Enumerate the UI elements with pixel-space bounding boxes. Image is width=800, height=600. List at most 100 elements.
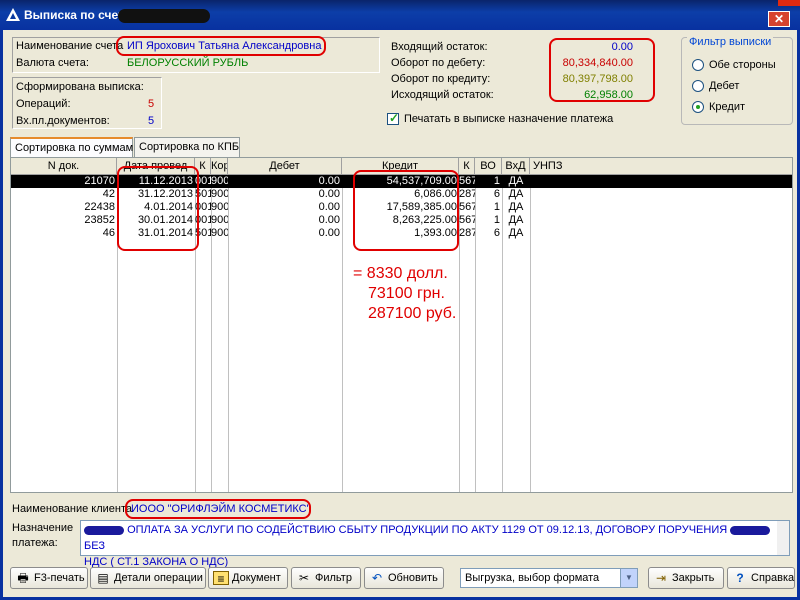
cell-posting-date: 31.01.2014 [137,227,193,239]
operations-label: Операций: [16,98,71,110]
currency-label: Валюта счета: [16,57,89,69]
export-format-select[interactable]: Выгрузка, выбор формата ▼ [460,568,638,588]
cell-vhd: ДА [508,227,524,239]
cell-debit: 0.00 [318,175,340,187]
credit-turnover-value: 80,397,798.00 [562,73,633,85]
cell-kor: 900 [211,201,228,213]
purpose-scrollbar[interactable] [777,521,789,555]
account-name-value: ИП Ярохович Татьяна Александровна [127,40,322,52]
close-button-label: Закрыть [672,572,715,584]
table-row[interactable]: 42 31.12.2013501900 0.00 6,086.00287 6 ДА [11,188,792,201]
cell-unpz [530,188,792,201]
cell-debit: 0.00 [318,214,340,226]
cell-doc-number: 21070 [84,175,115,187]
table-row[interactable]: 46 31.01.2014501900 0.00 1,393.00287 6 ДА [11,227,792,240]
document-button[interactable]: ≡ Документ [208,567,288,589]
filter-button[interactable]: ✂ Фильтр [291,567,361,589]
purpose-label-2: платежа: [12,537,58,549]
closing-balance-value: 62,958.00 [584,89,633,101]
cell-vhd: ДА [508,188,524,200]
client-value: ИООО "ОРИФЛЭЙМ КОСМЕТИКС" [131,503,311,515]
cell-vo: 6 [493,188,500,200]
corner-badge [778,0,800,6]
debit-turnover-value: 80,334,840.00 [562,57,633,69]
cell-vhd: ДА [508,175,524,187]
col-k2[interactable]: К [459,158,475,175]
close-window-button[interactable]: ✕ [768,11,790,27]
tab-sort-by-kpb[interactable]: Сортировка по КПБ [134,137,240,157]
opening-balance-value: 0.00 [611,41,633,53]
col-vhd[interactable]: ВхД [502,158,530,175]
filter-debit-radio[interactable] [692,80,704,92]
cell-k2: 287 [459,227,475,239]
cell-doc-number: 46 [102,227,115,239]
annotation-usd: = 8330 долл. [353,265,448,282]
scissors-icon: ✂ [298,571,310,586]
table-row[interactable]: 23852 30.01.2014001900 0.00 8,263,225.00567… [11,214,792,227]
table-row[interactable]: 22438 4.01.2014001900 0.00 17,589,385.00567… [11,201,792,214]
cell-k2: 567 [459,214,475,226]
col-k[interactable]: К [195,158,211,175]
close-button[interactable]: ⇥ Закрыть [648,567,724,589]
cell-k: 501 [195,227,211,239]
print-button[interactable]: 🖶 F3-печать [10,567,88,589]
cell-k2: 567 [459,175,475,187]
currency-value: БЕЛОРУССКИЙ РУБЛЬ [127,57,249,69]
cell-credit: 17,589,385.00 [386,201,457,213]
operation-details-button[interactable]: ▤ Детали операции [90,567,206,589]
account-info-panel: Наименование счета ИП Ярохович Татьяна А… [12,37,380,73]
cell-unpz [530,175,792,188]
help-icon: ? [736,571,744,586]
redacted-account-number [118,9,210,23]
cell-credit: 54,537,709.00 [386,175,457,187]
col-unpz[interactable]: УНПЗ [530,158,792,175]
cell-k: 001 [195,214,211,226]
title-bar[interactable]: Выписка по счету ✕ [0,0,800,30]
cell-posting-date: 4.01.2014 [144,201,193,213]
tab-sort-by-amount[interactable]: Сортировка по суммам [10,137,133,158]
cell-vhd: ДА [508,214,524,226]
chevron-down-icon[interactable]: ▼ [620,569,637,587]
cell-posting-date: 30.01.2014 [137,214,193,226]
documents-value: 5 [148,115,155,127]
filter-credit-radio[interactable] [692,101,704,113]
opening-balance-label: Входящий остаток: [391,41,488,53]
refresh-icon: ↶ [371,571,383,586]
col-kor[interactable]: Кор [211,158,228,175]
cell-debit: 0.00 [318,201,340,213]
help-button[interactable]: ? Справка [727,567,795,589]
cell-kor: 900 [211,227,228,239]
cell-debit: 0.00 [318,188,340,200]
cell-vo: 1 [493,175,500,187]
cell-credit: 6,086.00 [414,188,457,200]
cell-unpz [530,214,792,227]
col-posting-date[interactable]: Дата провед [117,158,195,175]
purpose-text-1: ОПЛАТА ЗА УСЛУГИ ПО СОДЕЙСТВИЮ СБЫТУ ПРО… [127,524,728,536]
print-purpose-checkbox[interactable]: ✓ [387,111,399,125]
filter-debit-label: Дебет [709,80,740,92]
app-icon [6,8,20,21]
window-title: Выписка по счету [24,8,131,22]
payment-purpose-field[interactable]: ОПЛАТА ЗА УСЛУГИ ПО СОДЕЙСТВИЮ СБЫТУ ПРО… [80,520,790,568]
cell-k2: 567 [459,201,475,213]
cell-vo: 1 [493,214,500,226]
cell-doc-number: 22438 [84,201,115,213]
col-credit[interactable]: Кредит [342,158,459,175]
cell-unpz [530,227,792,240]
col-vo[interactable]: ВО [475,158,502,175]
account-name-label: Наименование счета [16,40,124,52]
details-button-label: Детали операции [114,572,203,584]
cell-debit: 0.00 [318,227,340,239]
table-row[interactable]: 21070 11.12.2013001900 0.00 54,537,709.0056… [11,175,792,188]
balances-panel: Входящий остаток: 0.00 Оборот по дебету:… [387,37,677,103]
cell-k: 001 [195,201,211,213]
purpose-label-1: Назначение [12,522,74,534]
cell-kor: 900 [211,214,228,226]
printer-icon: 🖶 [17,571,29,586]
col-debit[interactable]: Дебет [228,158,342,175]
filter-both-radio[interactable] [692,59,704,71]
refresh-button[interactable]: ↶ Обновить [364,567,444,589]
annotation-rub: 287100 руб. [368,305,457,322]
cell-kor: 900 [211,188,228,200]
col-doc-number[interactable]: N док. [11,158,117,175]
